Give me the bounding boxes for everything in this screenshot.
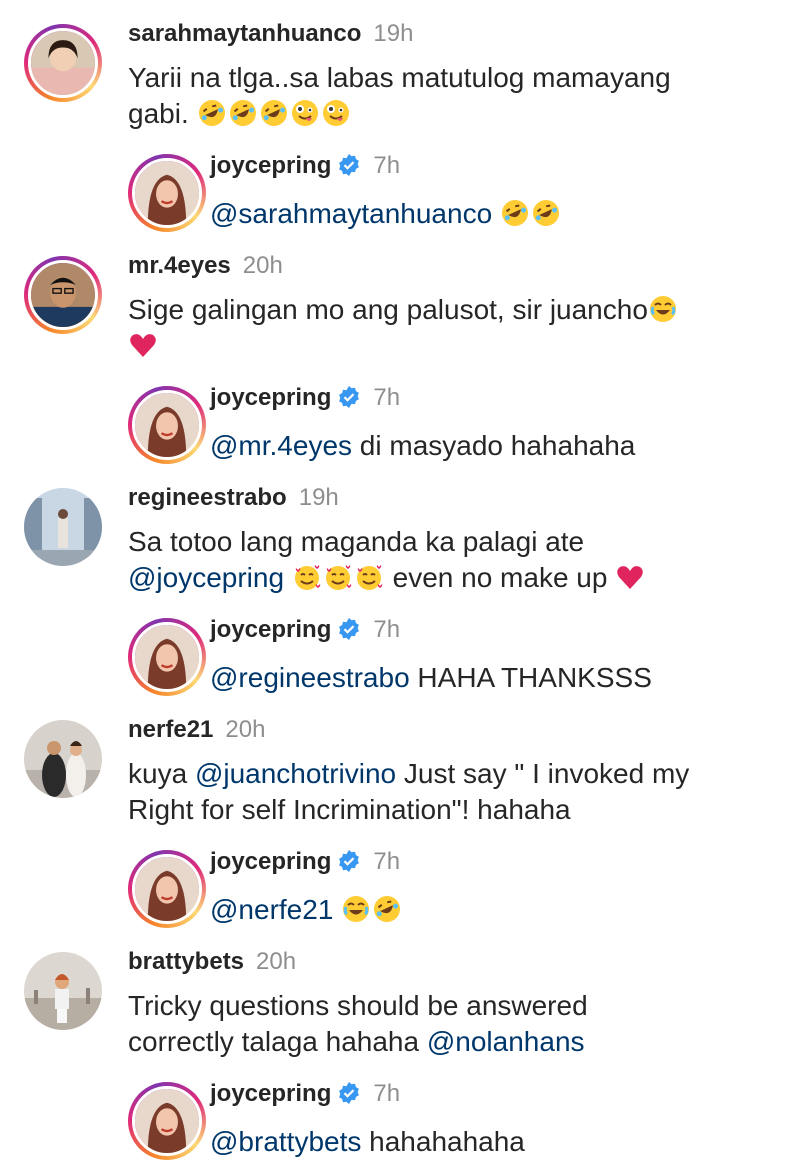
reply-avatar[interactable] [128,386,206,464]
smiling-hearts-emoji-icon [354,562,384,592]
comment-text: Sa totoo lang maganda ka palagi ate @joy… [128,524,788,596]
smiling-hearts-emoji-icon [292,562,322,592]
avatar[interactable] [24,256,102,334]
mention-link[interactable]: @regineestrabo [210,662,410,693]
reply-meta: joycepring 7h [210,848,400,876]
mention-link[interactable]: @joycepring [128,562,284,593]
rofl-emoji-icon [259,98,289,128]
mention-link[interactable]: @brattybets [210,1126,361,1157]
mention-link[interactable]: @mr.4eyes [210,430,352,461]
reply-text-body: di masyado hahahaha [352,430,636,461]
comment-username[interactable]: regineestrabo [128,484,287,511]
reply-username[interactable]: joycepring [210,384,331,411]
comment-username[interactable]: brattybets [128,948,244,975]
comment-text-line: gabi. [128,98,189,129]
comment-time: 20h [242,252,283,279]
reply-username[interactable]: joycepring [210,1080,331,1107]
avatar[interactable] [24,24,102,102]
verified-badge-icon [337,385,361,409]
comment-text-line: Yarii na tlga..sa labas matutulog mamaya… [128,62,671,93]
joy-emoji-icon [648,294,678,324]
rofl-emoji-icon [500,198,530,228]
reply-text: @mr.4eyes di masyado hahahaha [210,428,800,464]
reply-text-body: hahahahaha [361,1126,525,1157]
verified-badge-icon [337,1081,361,1105]
reply-meta: joycepring 7h [210,1080,400,1108]
rofl-emoji-icon [372,894,402,924]
comment-text: kuya @juanchotrivino Just say " I invoke… [128,756,788,828]
reply-text: @sarahmaytanhuanco [210,196,800,232]
reply-time: 7h [373,848,401,875]
comment-time: 19h [373,20,414,47]
comment-text-line: even no make up [384,562,608,593]
comment-text: Yarii na tlga..sa labas matutulog mamaya… [128,60,748,132]
comment-meta: brattybets 20h [128,948,296,976]
comment-text-line: Tricky questions should be answered [128,990,588,1021]
comment-meta: sarahmaytanhuanco 19h [128,20,413,48]
comment-text-line: Sa totoo lang maganda ka palagi ate [128,526,585,557]
reply-avatar[interactable] [128,850,206,928]
mention-link[interactable]: @nerfe21 [210,894,333,925]
comment-text-prefix: kuya [128,758,195,789]
reply-time: 7h [373,152,401,179]
comment-meta: nerfe21 20h [128,716,265,744]
mention-link[interactable]: @juanchotrivino [195,758,396,789]
smiling-hearts-emoji-icon [323,562,353,592]
zany-face-emoji-icon [290,98,320,128]
reply-text: @nerfe21 [210,892,800,928]
reply-meta: joycepring 7h [210,616,400,644]
rofl-emoji-icon [531,198,561,228]
comment-thread: sarahmaytanhuanco 19h Yarii na tlga..sa l… [0,0,800,1174]
comment-text: Sige galingan mo ang palusot, sir juanch… [128,292,748,364]
reply-text: @regineestrabo HAHA THANKSSS [210,660,800,696]
reply-time: 7h [373,1080,401,1107]
reply-avatar[interactable] [128,1082,206,1160]
joy-emoji-icon [341,894,371,924]
comment-text-line: Just say " I invoked my [396,758,690,789]
reply-text: @brattybets hahahahaha [210,1124,800,1160]
comment-time: 20h [256,948,297,975]
reply-meta: joycepring 7h [210,384,400,412]
comment-meta: mr.4eyes 20h [128,252,283,280]
reply-avatar[interactable] [128,154,206,232]
comment-text-line: Right for self Incrimination"! hahaha [128,794,571,825]
comment-username[interactable]: mr.4eyes [128,252,231,279]
reply-avatar[interactable] [128,618,206,696]
red-heart-emoji-icon [615,562,645,592]
reply-username[interactable]: joycepring [210,152,331,179]
mention-link[interactable]: @sarahmaytanhuanco [210,198,492,229]
zany-face-emoji-icon [321,98,351,128]
comment-meta: regineestrabo 19h [128,484,339,512]
red-heart-emoji-icon [128,330,158,360]
reply-username[interactable]: joycepring [210,616,331,643]
rofl-emoji-icon [228,98,258,128]
reply-meta: joycepring 7h [210,152,400,180]
reply-username[interactable]: joycepring [210,848,331,875]
avatar[interactable] [24,952,102,1030]
reply-time: 7h [373,384,401,411]
comment-text: Tricky questions should be answered corr… [128,988,788,1060]
reply-time: 7h [373,616,401,643]
comment-username[interactable]: nerfe21 [128,716,213,743]
comment-username[interactable]: sarahmaytanhuanco [128,20,361,47]
comment-time: 19h [298,484,339,511]
comment-time: 20h [225,716,266,743]
avatar[interactable] [24,488,102,566]
verified-badge-icon [337,849,361,873]
mention-link[interactable]: @nolanhans [427,1026,585,1057]
reply-text-body: HAHA THANKSSS [409,662,652,693]
rofl-emoji-icon [197,98,227,128]
comment-text-line: Sige galingan mo ang palusot, sir juanch… [128,294,648,325]
avatar[interactable] [24,720,102,798]
verified-badge-icon [337,617,361,641]
comment-text-line: correctly talaga hahaha [128,1026,427,1057]
verified-badge-icon [337,153,361,177]
